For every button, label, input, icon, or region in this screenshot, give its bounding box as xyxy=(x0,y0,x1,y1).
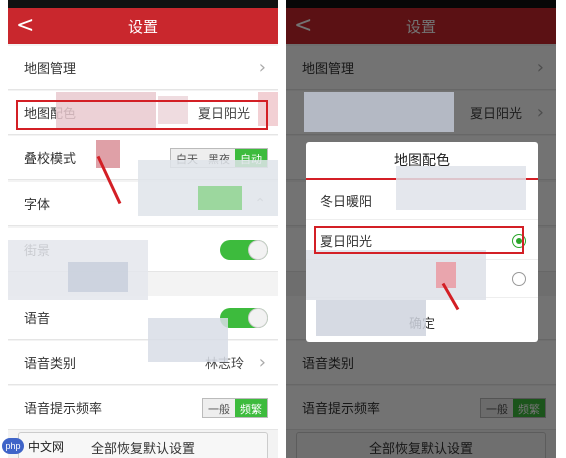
blur-mosaic xyxy=(304,92,454,132)
status-bar xyxy=(8,0,278,8)
highlight-box xyxy=(16,100,268,130)
chevron-right-icon: › xyxy=(258,352,266,373)
back-arrow-icon[interactable]: < xyxy=(16,14,34,38)
highlight-box xyxy=(314,226,524,254)
radio-empty-icon[interactable] xyxy=(512,271,526,286)
blur-mosaic xyxy=(68,262,128,292)
row-label: 地图管理 xyxy=(24,62,77,77)
street-toggle[interactable] xyxy=(220,239,268,260)
row-label: 语音 xyxy=(24,312,51,327)
blur-mosaic xyxy=(306,250,486,300)
settings-screen-right: < 设置 地图管理 › 夏日阳光 › 语音类别 语音提示频率 一般 频繁 全部恢… xyxy=(286,0,556,458)
voice-freq-segmented[interactable]: 一般 频繁 xyxy=(202,397,268,418)
app-header: < 设置 xyxy=(8,8,278,44)
watermark-text: 中文网 xyxy=(28,439,65,454)
row-voice-type[interactable]: 语音类别 林志玲 › xyxy=(8,341,278,385)
row-label: 语音提示频率 xyxy=(24,402,103,417)
row-label: 语音类别 xyxy=(24,357,77,372)
row-voice: 语音 xyxy=(8,296,278,340)
watermark: php 中文网 xyxy=(2,436,92,456)
blur-mosaic xyxy=(148,318,228,362)
blur-mosaic xyxy=(436,262,456,288)
option-label: 冬日暖阳 xyxy=(320,195,373,210)
row-label: 叠校模式 xyxy=(24,152,77,167)
seg-option-normal[interactable]: 一般 xyxy=(203,399,235,417)
blur-mosaic xyxy=(396,166,526,210)
settings-screen-left: < 设置 地图管理 › 地图配色 夏日阳光 叠校模式 白天 黑夜 自动 字体 ⌃… xyxy=(8,0,278,458)
row-map-manage[interactable]: 地图管理 › xyxy=(8,46,278,90)
blur-mosaic xyxy=(198,186,242,210)
row-voice-freq: 语音提示频率 一般 频繁 xyxy=(8,386,278,430)
seg-option-frequent[interactable]: 频繁 xyxy=(235,398,267,417)
blur-mosaic xyxy=(316,300,426,336)
page-title: 设置 xyxy=(127,17,158,36)
row-label: 字体 xyxy=(24,198,51,213)
chevron-right-icon: › xyxy=(258,57,266,78)
php-logo: php xyxy=(2,438,24,454)
